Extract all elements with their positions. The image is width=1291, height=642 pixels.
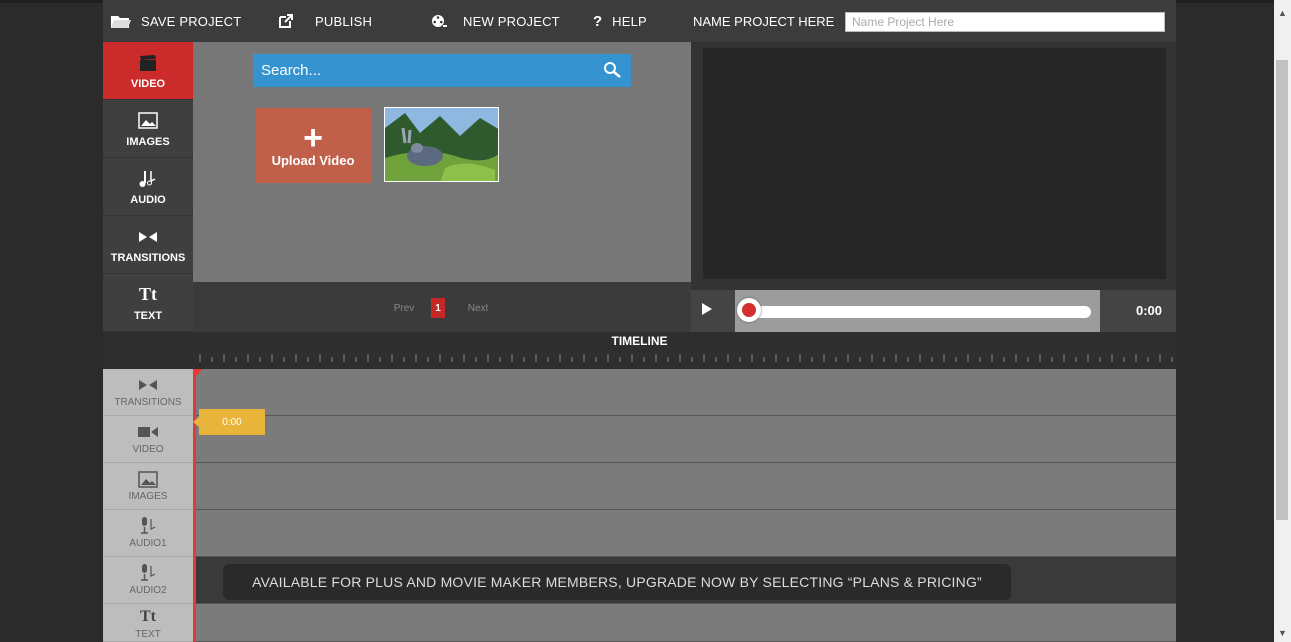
microphone-icon (140, 564, 156, 582)
media-sidebar: VIDEO IMAGES AUDIO TRANSITIONS Tt TEXT (103, 42, 193, 332)
project-name-input[interactable] (845, 12, 1165, 32)
music-note-icon (139, 168, 157, 190)
upgrade-notice: AVAILABLE FOR PLUS AND MOVIE MAKER MEMBE… (223, 564, 1011, 600)
track-images[interactable] (193, 463, 1176, 510)
timeline-header: TIMELINE (103, 332, 1176, 369)
player-time: 0:00 (1135, 303, 1162, 318)
seek-bar[interactable] (747, 306, 1091, 318)
timeline-title: TIMELINE (611, 334, 668, 348)
video-editor-app: SAVE PROJECT PUBLISH NEW PROJECT ? HELP … (103, 0, 1176, 642)
top-toolbar: SAVE PROJECT PUBLISH NEW PROJECT ? HELP … (103, 0, 1176, 42)
transition-icon (139, 226, 157, 248)
sidebar-item-text[interactable]: Tt TEXT (103, 274, 193, 332)
sidebar-item-images[interactable]: IMAGES (103, 100, 193, 158)
pagination: Prev 1 Next (193, 282, 691, 332)
track-label-video: VIDEO (103, 416, 193, 463)
sidebar-item-label: TRANSITIONS (110, 251, 186, 264)
play-icon[interactable] (701, 302, 713, 321)
text-icon: Tt (140, 608, 156, 625)
plus-icon: + (303, 119, 323, 157)
microphone-icon (140, 517, 156, 535)
sidebar-item-label: AUDIO (130, 193, 166, 206)
search-bar (253, 54, 631, 87)
playhead[interactable] (193, 369, 196, 642)
scrollbar-thumb[interactable] (1276, 60, 1288, 520)
track-label-text: TRANSITIONS (114, 397, 182, 408)
track-label-text: TEXT (135, 629, 161, 640)
new-project-label: NEW PROJECT (463, 13, 560, 29)
timeline-tracks: TRANSITIONS VIDEO IMAGES AUDIO1 AUDIO2 T… (103, 369, 1176, 642)
project-name-label: NAME PROJECT HERE (693, 13, 835, 29)
track-text[interactable] (193, 604, 1176, 642)
sidebar-item-audio[interactable]: AUDIO (103, 158, 193, 216)
transition-icon (139, 376, 157, 394)
seek-handle[interactable] (737, 298, 761, 322)
track-label-transitions: TRANSITIONS (103, 369, 193, 416)
preview-panel: 0:00 (691, 42, 1176, 332)
track-label-images: IMAGES (103, 463, 193, 510)
help-button[interactable]: ? HELP (593, 0, 647, 42)
sidebar-item-label: VIDEO (130, 77, 166, 90)
track-label-text: AUDIO2 (129, 585, 167, 596)
scroll-up-arrow-icon[interactable]: ▲ (1278, 8, 1287, 18)
track-label-text-track: Tt TEXT (103, 604, 193, 642)
search-icon[interactable] (603, 61, 623, 79)
track-label-text: AUDIO1 (129, 538, 167, 549)
video-thumbnail[interactable] (384, 107, 499, 182)
folder-icon (111, 14, 131, 28)
track-label-text: IMAGES (128, 491, 168, 502)
external-link-icon (279, 14, 293, 28)
video-thumbnail-image (385, 108, 498, 181)
publish-label: PUBLISH (315, 13, 373, 29)
prev-page-button[interactable]: Prev (391, 298, 417, 318)
page-scrollbar[interactable]: ▲ ▼ (1274, 0, 1291, 642)
timeline-ruler (199, 354, 1173, 362)
player-controls: 0:00 (691, 290, 1176, 332)
video-camera-icon (138, 423, 158, 441)
sidebar-item-transitions[interactable]: TRANSITIONS (103, 216, 193, 274)
search-input[interactable] (253, 62, 599, 79)
scroll-down-arrow-icon[interactable]: ▼ (1278, 628, 1287, 638)
upload-video-button[interactable]: + Upload Video (255, 108, 371, 183)
track-video[interactable] (193, 416, 1176, 463)
clapperboard-icon (139, 52, 157, 74)
video-preview-screen (703, 48, 1166, 279)
text-icon: Tt (139, 284, 157, 304)
sidebar-item-video[interactable]: VIDEO (103, 42, 193, 100)
publish-button[interactable]: PUBLISH (279, 0, 372, 42)
next-page-button[interactable]: Next (465, 298, 491, 318)
save-project-label: SAVE PROJECT (141, 13, 242, 29)
track-audio1[interactable] (193, 510, 1176, 557)
save-project-button[interactable]: SAVE PROJECT (111, 0, 241, 42)
page-number-button[interactable]: 1 (431, 298, 445, 318)
track-label-audio2: AUDIO2 (103, 557, 193, 604)
track-transitions[interactable] (193, 369, 1176, 416)
question-icon: ? (593, 12, 603, 30)
playhead-time-bubble: 0:00 (193, 409, 265, 435)
sidebar-item-label: IMAGES (126, 135, 170, 148)
media-library: + Upload Video (193, 42, 691, 282)
track-label-audio1: AUDIO1 (103, 510, 193, 557)
help-label: HELP (612, 13, 647, 29)
image-icon (138, 470, 158, 488)
new-project-button[interactable]: NEW PROJECT (431, 0, 560, 42)
upload-video-label: Upload Video (271, 153, 355, 168)
sidebar-item-label: TEXT (133, 309, 163, 322)
image-icon (138, 110, 158, 132)
track-label-text: VIDEO (132, 444, 164, 455)
film-reel-icon (431, 14, 447, 28)
